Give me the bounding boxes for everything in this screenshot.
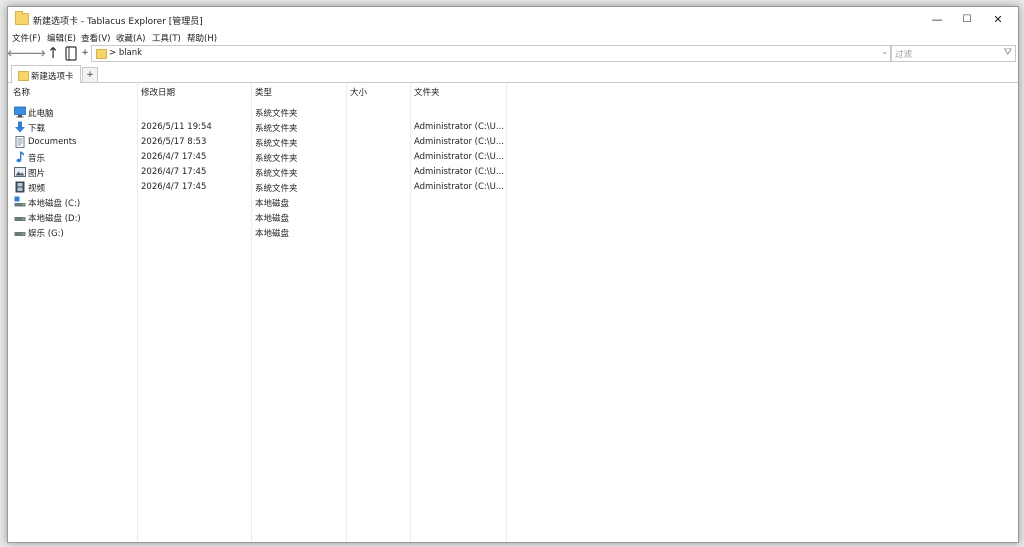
menu-view[interactable]: 查看(V) (81, 32, 110, 44)
chevron-down-icon[interactable]: ⌄ (881, 47, 888, 56)
folder-icon (96, 49, 107, 59)
address-text: > blank (109, 48, 143, 58)
item-type: 系统文件夹 (255, 124, 298, 134)
list-item[interactable]: 此电脑 系统文件夹 (8, 105, 1018, 120)
item-folder: Administrator (C:\U... (414, 122, 504, 132)
item-name: 本地磁盘 (C:) (28, 199, 81, 209)
panel-toggle-icon[interactable] (63, 45, 79, 61)
item-folder: Administrator (C:\U... (414, 137, 504, 147)
add-tab-button[interactable]: + (82, 67, 98, 83)
list-item[interactable]: 视频 2026/4/7 17:45 系统文件夹 Administrator (C… (8, 180, 1018, 195)
filter-icon[interactable]: ⛛ (1004, 47, 1012, 58)
item-type: 系统文件夹 (255, 154, 298, 164)
menu-favorites[interactable]: 收藏(A) (116, 32, 145, 44)
item-name: 此电脑 (28, 109, 54, 119)
item-name: Documents (28, 137, 77, 147)
drive-icon (14, 232, 26, 236)
item-folder: Administrator (C:\U... (414, 167, 504, 177)
list-item[interactable]: Documents 2026/5/17 8:53 系统文件夹 Administr… (8, 135, 1018, 150)
video-icon (15, 181, 25, 193)
folder-icon (15, 11, 29, 25)
item-name: 音乐 (28, 154, 46, 164)
column-header-folder[interactable]: 文件夹 (414, 86, 440, 98)
drive-system-icon (14, 196, 26, 207)
column-header-date[interactable]: 修改日期 (141, 86, 175, 98)
list-item[interactable]: 娱乐 (G:) 本地磁盘 (8, 225, 1018, 240)
item-name: 图片 (28, 169, 46, 179)
item-date: 2026/5/11 19:54 (141, 122, 212, 132)
maximize-button[interactable]: ☐ (950, 7, 984, 31)
download-icon (15, 121, 25, 133)
item-type: 系统文件夹 (255, 139, 298, 149)
item-date: 2026/5/17 8:53 (141, 137, 207, 147)
filter-placeholder: 过滤 (895, 50, 913, 60)
list-item[interactable]: 图片 2026/4/7 17:45 系统文件夹 Administrator (C… (8, 165, 1018, 180)
drive-icon (14, 217, 26, 221)
column-header-type[interactable]: 类型 (255, 86, 272, 98)
item-name: 视频 (28, 184, 46, 194)
item-type: 本地磁盘 (255, 199, 290, 209)
list-item[interactable]: 本地磁盘 (C:) 本地磁盘 (8, 195, 1018, 210)
music-icon (16, 151, 25, 163)
item-date: 2026/4/7 17:45 (141, 182, 207, 192)
column-header-name[interactable]: 名称 (13, 86, 30, 98)
item-date: 2026/4/7 17:45 (141, 167, 207, 177)
item-type: 系统文件夹 (255, 184, 298, 194)
document-icon (15, 136, 25, 148)
explorer-window: 新建选项卡 - Tablacus Explorer [管理员] — ☐ ✕ 文件… (7, 6, 1019, 543)
close-button[interactable]: ✕ (981, 7, 1015, 31)
item-name: 娱乐 (G:) (28, 229, 64, 239)
tab-bar: 新建选项卡 + (8, 63, 1018, 83)
list-item[interactable]: 本地磁盘 (D:) 本地磁盘 (8, 210, 1018, 225)
toolbar: ⟵ ⟶ ↑ + > blank ⌄ 过滤 ⛛ (8, 44, 1018, 63)
menu-bar: 文件(F) 编辑(E) 查看(V) 收藏(A) 工具(T) 帮助(H) (8, 31, 1018, 44)
picture-icon (14, 167, 26, 177)
tab-new[interactable]: 新建选项卡 (11, 65, 81, 83)
window-title: 新建选项卡 - Tablacus Explorer [管理员] (33, 17, 203, 27)
item-name: 下载 (28, 124, 46, 134)
menu-help[interactable]: 帮助(H) (187, 32, 217, 44)
address-bar[interactable]: > blank ⌄ (91, 45, 891, 62)
menu-file[interactable]: 文件(F) (12, 32, 41, 44)
tab-label: 新建选项卡 (31, 72, 74, 82)
item-type: 本地磁盘 (255, 214, 290, 224)
computer-icon (14, 106, 26, 118)
menu-tools[interactable]: 工具(T) (152, 32, 181, 44)
item-type: 本地磁盘 (255, 229, 290, 239)
item-folder: Administrator (C:\U... (414, 152, 504, 162)
file-list[interactable]: 名称 修改日期 类型 大小 文件夹 此电脑 系统文件夹 下载 2026/5/11… (8, 83, 1018, 542)
item-type: 系统文件夹 (255, 169, 298, 179)
item-folder: Administrator (C:\U... (414, 182, 504, 192)
title-bar[interactable]: 新建选项卡 - Tablacus Explorer [管理员] — ☐ ✕ (8, 7, 1018, 31)
item-type: 系统文件夹 (255, 109, 298, 119)
item-date: 2026/4/7 17:45 (141, 152, 207, 162)
column-header-size[interactable]: 大小 (350, 86, 367, 98)
list-item[interactable]: 下载 2026/5/11 19:54 系统文件夹 Administrator (… (8, 120, 1018, 135)
filter-input[interactable]: 过滤 ⛛ (891, 45, 1016, 62)
minimize-button[interactable]: — (920, 7, 954, 31)
forward-arrow-icon[interactable]: ⟶ (24, 44, 46, 62)
folder-icon (18, 71, 29, 81)
list-item[interactable]: 音乐 2026/4/7 17:45 系统文件夹 Administrator (C… (8, 150, 1018, 165)
menu-edit[interactable]: 编辑(E) (47, 32, 76, 44)
item-name: 本地磁盘 (D:) (28, 214, 81, 224)
add-tab-plus-icon[interactable]: + (80, 45, 90, 61)
up-arrow-icon[interactable]: ↑ (46, 44, 60, 62)
